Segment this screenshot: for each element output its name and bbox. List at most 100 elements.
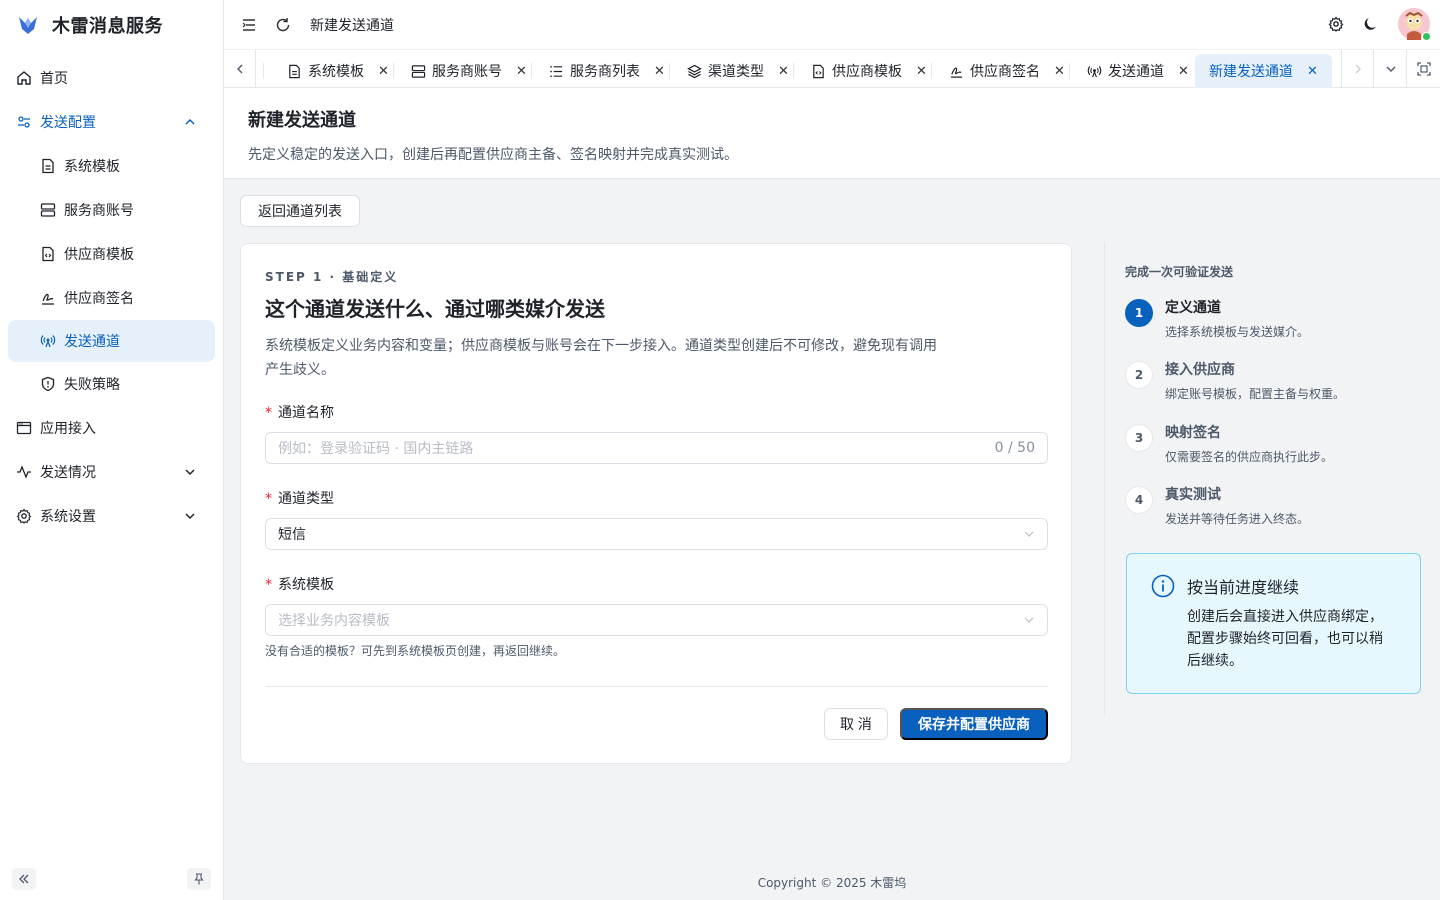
close-icon[interactable]: ✕ xyxy=(516,64,527,79)
close-icon[interactable]: ✕ xyxy=(378,64,389,79)
channel-form-card: STEP 1 · 基础定义 这个通道发送什么、通过哪类媒介发送 系统模板定义业务… xyxy=(240,243,1072,764)
pin-sidebar-button[interactable] xyxy=(187,868,211,890)
broadcast-icon xyxy=(40,333,56,349)
sidebar-item-supplier-template[interactable]: 供应商模板 xyxy=(0,232,215,276)
chevron-down-icon xyxy=(1024,617,1034,623)
top-header: 新建发送通道 xyxy=(224,0,1440,50)
channel-name-label: * 通道名称 xyxy=(265,405,334,421)
document-icon xyxy=(287,64,302,79)
activity-icon xyxy=(16,464,32,480)
tab-new-send-channel[interactable]: 新建发送通道 ✕ xyxy=(1195,54,1332,88)
broadcast-icon xyxy=(1087,64,1102,79)
menu-toggle-icon[interactable] xyxy=(240,16,258,34)
save-and-configure-button[interactable]: 保存并配置供应商 xyxy=(900,708,1048,740)
sidebar-item-home[interactable]: 首页 xyxy=(0,56,215,100)
tab-provider-account[interactable]: 服务商账号 ✕ xyxy=(411,54,527,88)
tab-channel-type[interactable]: 渠道类型 ✕ xyxy=(687,54,789,88)
tab-send-channel[interactable]: 发送通道 ✕ xyxy=(1087,54,1189,88)
info-title: 按当前进度继续 xyxy=(1187,578,1300,597)
collapse-sidebar-button[interactable] xyxy=(12,868,36,890)
header-actions xyxy=(1328,8,1431,41)
layers-icon xyxy=(687,64,702,79)
file-code-icon xyxy=(40,246,56,262)
tab-separator xyxy=(531,63,532,79)
chevron-left-icon xyxy=(236,64,242,74)
sidebar-item-label: 系统模板 xyxy=(64,159,120,175)
sidebar-item-send-channel[interactable]: 发送通道 xyxy=(8,320,215,362)
sidebar-item-label: 服务商账号 xyxy=(64,203,134,219)
sidebar-item-label: 系统设置 xyxy=(40,509,96,525)
server-icon xyxy=(411,64,426,79)
tab-supplier-template[interactable]: 供应商模板 ✕ xyxy=(811,54,927,88)
tab-supplier-signature[interactable]: 供应商签名 ✕ xyxy=(949,54,1065,88)
progress-steps-panel: 完成一次可验证发送 1 定义通道 选择系统模板与发送媒介。 2 接入供应商 绑定… xyxy=(1104,243,1424,715)
system-template-select[interactable]: 选择业务内容模板 xyxy=(265,604,1048,636)
signature-icon xyxy=(949,64,964,79)
close-icon[interactable]: ✕ xyxy=(1178,64,1189,79)
sidebar-item-send-status[interactable]: 发送情况 xyxy=(0,450,215,494)
app-window-icon xyxy=(16,420,32,436)
close-icon[interactable]: ✕ xyxy=(916,64,927,79)
signature-icon xyxy=(40,290,56,306)
tab-system-template[interactable]: 系统模板 ✕ xyxy=(287,54,389,88)
channel-type-select[interactable]: 短信 xyxy=(265,518,1048,550)
cancel-button[interactable]: 取 消 xyxy=(824,708,888,740)
sidebar-item-supplier-signature[interactable]: 供应商签名 xyxy=(0,276,215,320)
sidebar-item-label: 失败策略 xyxy=(64,377,120,393)
sidebar-item-app-access[interactable]: 应用接入 xyxy=(0,406,215,450)
tab-label: 供应商模板 xyxy=(832,64,902,80)
sidebar-item-label: 发送情况 xyxy=(40,465,96,481)
tab-bar: 系统模板 ✕ 服务商账号 ✕ 服务商列表 ✕ 渠道类型 ✕ 供应商模板 ✕ 供应… xyxy=(224,50,1440,88)
refresh-icon[interactable] xyxy=(274,16,292,34)
tab-separator xyxy=(263,63,264,79)
tab-scroll-left[interactable] xyxy=(224,50,256,88)
header-title: 新建发送通道 xyxy=(310,17,394,34)
fullscreen-button[interactable] xyxy=(1406,50,1440,88)
tab-separator xyxy=(793,63,794,79)
step-desc: 绑定账号模板，配置主备与权重。 xyxy=(1165,387,1346,401)
sidebar-item-failure-policy[interactable]: 失败策略 xyxy=(0,362,215,406)
close-icon[interactable]: ✕ xyxy=(778,64,789,79)
close-icon[interactable]: ✕ xyxy=(654,64,665,79)
close-icon[interactable]: ✕ xyxy=(1307,64,1318,79)
tab-separator xyxy=(931,63,932,79)
channel-name-input[interactable]: 例如：登录验证码 · 国内主链路 0 / 50 xyxy=(265,432,1048,464)
footer-copyright: Copyright © 2025 木雷坞 xyxy=(757,876,907,890)
tab-label: 发送通道 xyxy=(1108,64,1164,80)
info-callout: 按当前进度继续 创建后会直接进入供应商绑定，配置步骤始终可回看，也可以稍后继续。 xyxy=(1126,553,1421,694)
sliders-icon xyxy=(16,114,32,130)
chevron-down-icon xyxy=(1024,531,1034,537)
sidebar-item-system-settings[interactable]: 系统设置 xyxy=(0,494,215,538)
sidebar-item-system-template[interactable]: 系统模板 xyxy=(0,144,215,188)
channel-name-placeholder: 例如：登录验证码 · 国内主链路 xyxy=(278,441,474,457)
online-status-dot xyxy=(1422,32,1431,41)
file-code-icon xyxy=(811,64,826,79)
close-icon[interactable]: ✕ xyxy=(1054,64,1065,79)
sidebar: 木雷消息服务 首页 发送配置 系统模板 服务商账号 供应商模板 供应商签名 发送… xyxy=(0,0,224,900)
tab-separator xyxy=(1069,63,1070,79)
sidebar-item-send-config[interactable]: 发送配置 xyxy=(0,100,215,144)
settings-icon[interactable] xyxy=(1328,16,1344,32)
chevron-right-icon xyxy=(1355,64,1361,74)
step-item: 4 真实测试 发送并等待任务进入终态。 xyxy=(1125,486,1309,527)
chevron-down-icon xyxy=(1386,66,1395,72)
sidebar-item-provider-account[interactable]: 服务商账号 xyxy=(0,188,215,232)
info-text: 创建后会直接进入供应商绑定，配置步骤始终可回看，也可以稍后继续。 xyxy=(1187,609,1383,669)
tab-dropdown-button[interactable] xyxy=(1373,50,1407,88)
info-icon xyxy=(1151,574,1175,598)
avatar[interactable] xyxy=(1398,8,1431,41)
tab-label: 渠道类型 xyxy=(708,64,764,80)
dark-mode-icon[interactable] xyxy=(1362,15,1380,33)
tab-provider-list[interactable]: 服务商列表 ✕ xyxy=(549,54,665,88)
form-title: 这个通道发送什么、通过哪类媒介发送 xyxy=(265,297,605,321)
tab-scroll-right[interactable] xyxy=(1341,50,1373,88)
step-desc: 选择系统模板与发送媒介。 xyxy=(1165,325,1310,339)
back-to-channel-list-button[interactable]: 返回通道列表 xyxy=(240,195,360,227)
brand-title: 木雷消息服务 xyxy=(52,16,163,37)
form-description: 系统模板定义业务内容和变量；供应商模板与账号会在下一步接入。通道类型创建后不可修… xyxy=(265,338,937,378)
step-item: 3 映射签名 仅需要签名的供应商执行此步。 xyxy=(1125,424,1333,465)
home-icon xyxy=(16,70,32,86)
step-label: STEP 1 · 基础定义 xyxy=(265,270,399,284)
fullscreen-icon xyxy=(1416,62,1431,76)
brand[interactable]: 木雷消息服务 xyxy=(0,0,223,50)
